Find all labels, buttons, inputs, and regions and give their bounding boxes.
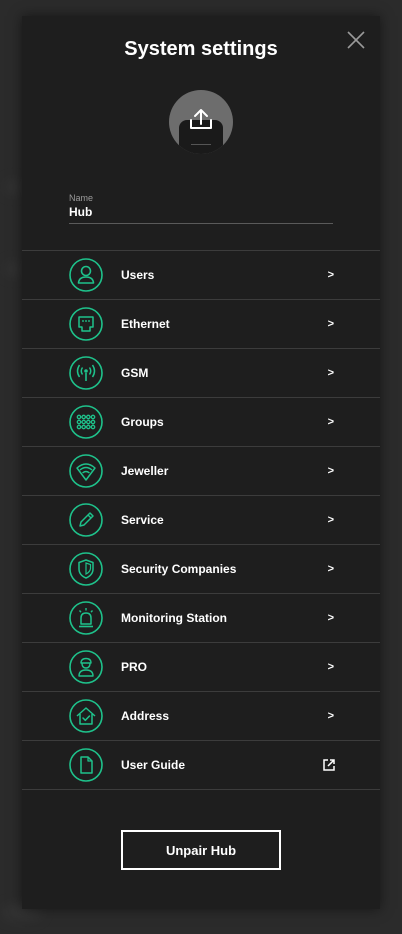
background-blur [6, 262, 20, 276]
worker-icon [69, 650, 103, 684]
menu-label: Monitoring Station [121, 611, 227, 625]
menu-label: GSM [121, 366, 149, 380]
menu-item-user-guide[interactable]: User Guide [22, 741, 380, 790]
chevron-right-icon: > [327, 612, 334, 624]
menu-label: Users [121, 268, 155, 282]
menu-label: Ethernet [121, 317, 170, 331]
menu-label: Address [121, 709, 170, 723]
menu-label: Security Companies [121, 562, 237, 576]
home-check-icon [69, 699, 103, 733]
external-link-icon [323, 759, 335, 771]
name-label: Name [69, 193, 94, 203]
menu-label: Groups [121, 415, 164, 429]
pencil-icon [69, 503, 103, 537]
chevron-right-icon: > [327, 563, 334, 575]
hub-avatar-upload[interactable] [169, 90, 233, 154]
menu-item-service[interactable]: Service > [22, 496, 380, 545]
system-settings-modal: System settings Name Hub Users > Etherne… [22, 16, 380, 909]
upload-icon [179, 109, 223, 154]
page-title: System settings [124, 38, 278, 60]
chevron-right-icon: > [327, 416, 334, 428]
menu-item-security-companies[interactable]: Security Companies > [22, 545, 380, 594]
name-field[interactable]: Name Hub [69, 193, 333, 224]
menu-label: User Guide [121, 758, 186, 772]
menu-item-ethernet[interactable]: Ethernet > [22, 300, 380, 349]
chevron-right-icon: > [327, 710, 334, 722]
ethernet-port-icon [69, 307, 103, 341]
grid-dots-icon [69, 405, 103, 439]
menu-label: Service [121, 513, 164, 527]
menu-item-pro[interactable]: PRO > [22, 643, 380, 692]
antenna-icon [69, 356, 103, 390]
chevron-right-icon: > [327, 465, 334, 477]
chevron-right-icon: > [327, 367, 334, 379]
chevron-right-icon: > [327, 269, 334, 281]
siren-icon [69, 601, 103, 635]
menu-item-address[interactable]: Address > [22, 692, 380, 741]
background-blur [6, 180, 20, 194]
name-value[interactable]: Hub [69, 205, 333, 219]
chevron-right-icon: > [327, 318, 334, 330]
shield-icon [69, 552, 103, 586]
menu-label: PRO [121, 660, 148, 674]
menu-item-monitoring-station[interactable]: Monitoring Station > [22, 594, 380, 643]
user-icon [69, 258, 103, 292]
menu-item-jeweller[interactable]: Jeweller > [22, 447, 380, 496]
menu-item-groups[interactable]: Groups > [22, 398, 380, 447]
wifi-shield-icon [69, 454, 103, 488]
menu-label: Jeweller [121, 464, 169, 478]
menu-item-gsm[interactable]: GSM > [22, 349, 380, 398]
document-icon [69, 748, 103, 782]
menu-item-users[interactable]: Users > [22, 251, 380, 300]
chevron-right-icon: > [327, 514, 334, 526]
unpair-hub-button[interactable]: Unpair Hub [121, 830, 281, 870]
settings-menu: Users > Ethernet > GSM > Groups > Jewell… [22, 250, 380, 790]
chevron-right-icon: > [327, 661, 334, 673]
